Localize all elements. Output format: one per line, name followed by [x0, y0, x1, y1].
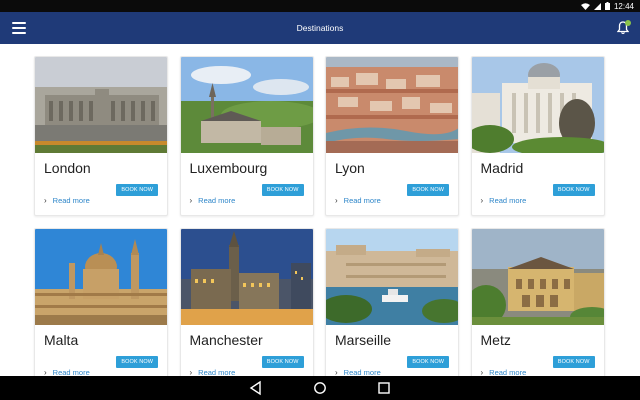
madrid-photo [471, 57, 604, 153]
destination-card-lyon[interactable]: Lyon BOOK NOW › Read more [325, 56, 459, 216]
read-more-link[interactable]: › Read more [44, 368, 90, 376]
book-now-button[interactable]: BOOK NOW [407, 184, 449, 196]
read-more-label: Read more [343, 196, 381, 205]
read-more-label: Read more [198, 368, 236, 376]
destination-card-luxembourg[interactable]: Luxembourg BOOK NOW › Read more [179, 56, 314, 216]
app-bar: Destinations [0, 12, 640, 44]
read-more-label: Read more [52, 196, 90, 205]
status-icons: 12:44 [580, 0, 634, 12]
destination-title: Manchester [189, 332, 263, 348]
system-nav-bar [0, 376, 640, 400]
destination-title: Madrid [480, 160, 524, 176]
destination-card-metz[interactable]: Metz BOOK NOW › Read more [470, 228, 605, 376]
read-more-label: Read more [343, 368, 381, 376]
destination-title: Luxembourg [189, 160, 268, 176]
chevron-right-icon: › [44, 196, 47, 205]
chevron-right-icon: › [44, 368, 47, 376]
read-more-link[interactable]: › Read more [190, 368, 236, 376]
destination-title: Metz [480, 332, 511, 348]
chevron-right-icon: › [189, 368, 193, 376]
book-now-button[interactable]: BOOK NOW [116, 356, 158, 368]
destination-card-london[interactable]: London BOOK NOW › Read more [34, 56, 168, 216]
chevron-right-icon: › [189, 196, 193, 205]
read-more-link[interactable]: › Read more [481, 196, 527, 205]
read-more-label: Read more [489, 196, 527, 205]
read-more-label: Read more [489, 368, 527, 376]
destination-grid: London BOOK NOW › Read more Luxembourg BO… [34, 56, 605, 376]
destination-title: Lyon [335, 160, 365, 176]
read-more-label: Read more [198, 196, 236, 205]
book-now-button[interactable]: BOOK NOW [552, 184, 595, 196]
luxembourg-photo [180, 57, 313, 153]
destination-card-madrid[interactable]: Madrid BOOK NOW › Read more [470, 56, 605, 216]
read-more-link[interactable]: › Read more [335, 196, 381, 205]
recents-icon[interactable] [376, 380, 392, 396]
wifi-icon [580, 2, 590, 10]
destinations-content[interactable]: London BOOK NOW › Read more Luxembourg BO… [0, 44, 640, 376]
destination-card-malta[interactable]: Malta BOOK NOW › Read more [34, 228, 168, 376]
destination-title: London [44, 160, 91, 176]
signal-icon [593, 2, 601, 10]
notification-badge [625, 20, 631, 26]
chevron-right-icon: › [480, 196, 484, 205]
marseille-photo [326, 229, 458, 325]
read-more-label: Read more [52, 368, 90, 376]
manchester-photo [180, 229, 313, 325]
read-more-link[interactable]: › Read more [335, 368, 381, 376]
read-more-link[interactable]: › Read more [190, 196, 236, 205]
book-now-button[interactable]: BOOK NOW [407, 356, 449, 368]
read-more-link[interactable]: › Read more [481, 368, 527, 376]
back-icon[interactable] [248, 380, 264, 396]
book-now-button[interactable]: BOOK NOW [552, 356, 595, 368]
destination-title: Marseille [335, 332, 392, 348]
status-bar: 12:44 [0, 0, 640, 12]
book-now-button[interactable]: BOOK NOW [116, 184, 158, 196]
chevron-right-icon: › [480, 368, 484, 376]
destination-card-manchester[interactable]: Manchester BOOK NOW › Read more [179, 228, 314, 376]
read-more-link[interactable]: › Read more [44, 196, 90, 205]
chevron-right-icon: › [335, 196, 338, 205]
metz-photo [471, 229, 604, 325]
malta-photo [35, 229, 167, 325]
london-photo [35, 57, 167, 153]
home-icon[interactable] [312, 380, 328, 396]
destination-title: Malta [44, 332, 79, 348]
notification-button[interactable] [616, 20, 631, 35]
lyon-photo [326, 57, 458, 153]
chevron-right-icon: › [335, 368, 338, 376]
battery-icon [604, 2, 610, 10]
book-now-button[interactable]: BOOK NOW [261, 356, 304, 368]
book-now-button[interactable]: BOOK NOW [261, 184, 304, 196]
status-time: 12:44 [613, 1, 634, 11]
destination-card-marseille[interactable]: Marseille BOOK NOW › Read more [325, 228, 459, 376]
page-title: Destinations [296, 23, 344, 33]
